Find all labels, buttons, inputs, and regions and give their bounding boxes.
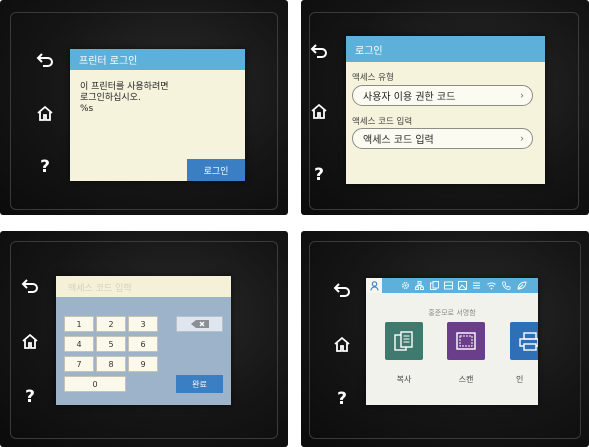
scan-icon: [456, 332, 476, 350]
question-mark-icon: ?: [314, 165, 324, 185]
help-button[interactable]: ?: [30, 152, 60, 182]
code-entry-placeholder: 액세스 코드 입력: [68, 284, 132, 294]
keypad-panel: ? 액세스 코드 입력 1 2 3 4 5 6 7 8 9 0 완료: [0, 231, 288, 447]
scan-app-tile[interactable]: [447, 322, 485, 360]
message-line: %s: [80, 104, 94, 114]
back-arrow-icon: [36, 53, 53, 67]
copy-app-tile[interactable]: [385, 322, 423, 360]
home-button[interactable]: [30, 98, 60, 128]
home-screen: 홍준모로 서명함 복사 스캔 인: [366, 278, 538, 405]
key-8[interactable]: 8: [96, 356, 126, 372]
home-icon: [334, 336, 350, 352]
status-bar: [366, 278, 538, 293]
key-5[interactable]: 5: [96, 336, 126, 352]
code-entry-bar[interactable]: 액세스 코드 입력: [56, 276, 231, 297]
access-code-label: 액세스 코드 입력: [352, 117, 413, 127]
home-icon: [311, 103, 327, 119]
back-arrow-icon: [21, 279, 38, 293]
network-icon[interactable]: [415, 281, 424, 290]
access-code-placeholder: 액세스 코드 입력: [363, 135, 434, 146]
copy-app-label: 복사: [396, 375, 412, 384]
home-button[interactable]: [15, 326, 45, 356]
access-type-label: 액세스 유형: [352, 73, 394, 83]
chevron-right-icon: ›: [520, 133, 524, 144]
screen-title: 로그인: [346, 36, 545, 62]
key-4[interactable]: 4: [64, 336, 94, 352]
gear-icon[interactable]: [401, 281, 410, 290]
home-icon: [37, 105, 53, 121]
backspace-button[interactable]: [176, 316, 223, 332]
key-3[interactable]: 3: [128, 316, 158, 332]
login-form-screen: 로그인 액세스 유형 사용자 이용 권한 코드 › 액세스 코드 입력 액세스 …: [346, 36, 545, 184]
back-button[interactable]: [304, 36, 334, 66]
message-line: 이 프린터를 사용하려면: [80, 82, 169, 92]
login-form-panel: ? 로그인 액세스 유형 사용자 이용 권한 코드 › 액세스 코드 입력 액세…: [301, 0, 589, 215]
key-0[interactable]: 0: [64, 376, 126, 392]
home-screen-panel: ? 홍준모로 서명함 복사 스캔 인: [301, 231, 589, 447]
key-7[interactable]: 7: [64, 356, 94, 372]
document-icon[interactable]: [472, 281, 481, 290]
printer-login-panel: ? 프린터 로그인 이 프린터를 사용하려면 로그인하십시오. %s 로그인: [0, 0, 288, 215]
home-button[interactable]: [327, 329, 357, 359]
home-button[interactable]: [304, 96, 334, 126]
scan-icon[interactable]: [444, 281, 453, 290]
login-screen: 프린터 로그인 이 프린터를 사용하려면 로그인하십시오. %s 로그인: [70, 49, 245, 181]
question-mark-icon: ?: [25, 387, 35, 407]
home-icon: [22, 333, 38, 349]
key-2[interactable]: 2: [96, 316, 126, 332]
key-1[interactable]: 1: [64, 316, 94, 332]
wifi-icon[interactable]: [487, 281, 496, 290]
access-code-input[interactable]: 액세스 코드 입력 ›: [352, 128, 533, 149]
image-icon[interactable]: [458, 281, 467, 290]
fax-phone-icon[interactable]: [502, 281, 511, 290]
user-button[interactable]: [366, 278, 382, 293]
back-button[interactable]: [30, 45, 60, 75]
done-button[interactable]: 완료: [176, 375, 223, 393]
leaf-icon[interactable]: [517, 281, 527, 290]
question-mark-icon: ?: [40, 157, 50, 177]
screen-title: 프린터 로그인: [70, 49, 245, 70]
next-app-tile[interactable]: [510, 322, 538, 360]
user-icon: [369, 280, 379, 291]
copy-icon[interactable]: [430, 281, 439, 290]
signed-in-subtitle: 홍준모로 서명함: [428, 309, 476, 317]
scan-app-label: 스캔: [458, 375, 474, 384]
help-button[interactable]: ?: [304, 160, 334, 190]
key-9[interactable]: 9: [128, 356, 158, 372]
help-button[interactable]: ?: [327, 384, 357, 414]
keypad-screen: 액세스 코드 입력 1 2 3 4 5 6 7 8 9 0 완료: [56, 276, 231, 405]
backspace-icon: [190, 320, 209, 328]
key-6[interactable]: 6: [128, 336, 158, 352]
access-type-select[interactable]: 사용자 이용 권한 코드 ›: [352, 85, 533, 106]
login-message: 이 프린터를 사용하려면 로그인하십시오. %s: [80, 82, 169, 115]
back-arrow-icon: [333, 283, 350, 297]
help-button[interactable]: ?: [15, 382, 45, 412]
next-app-label: 인: [516, 375, 524, 384]
back-button[interactable]: [327, 275, 357, 305]
login-button[interactable]: 로그인: [187, 159, 245, 181]
print-icon: [519, 332, 538, 351]
question-mark-icon: ?: [337, 389, 347, 409]
chevron-right-icon: ›: [520, 90, 524, 101]
back-button[interactable]: [15, 271, 45, 301]
access-type-value: 사용자 이용 권한 코드: [363, 92, 456, 103]
back-arrow-icon: [310, 44, 327, 58]
message-line: 로그인하십시오.: [80, 93, 141, 103]
copy-icon: [394, 331, 413, 351]
